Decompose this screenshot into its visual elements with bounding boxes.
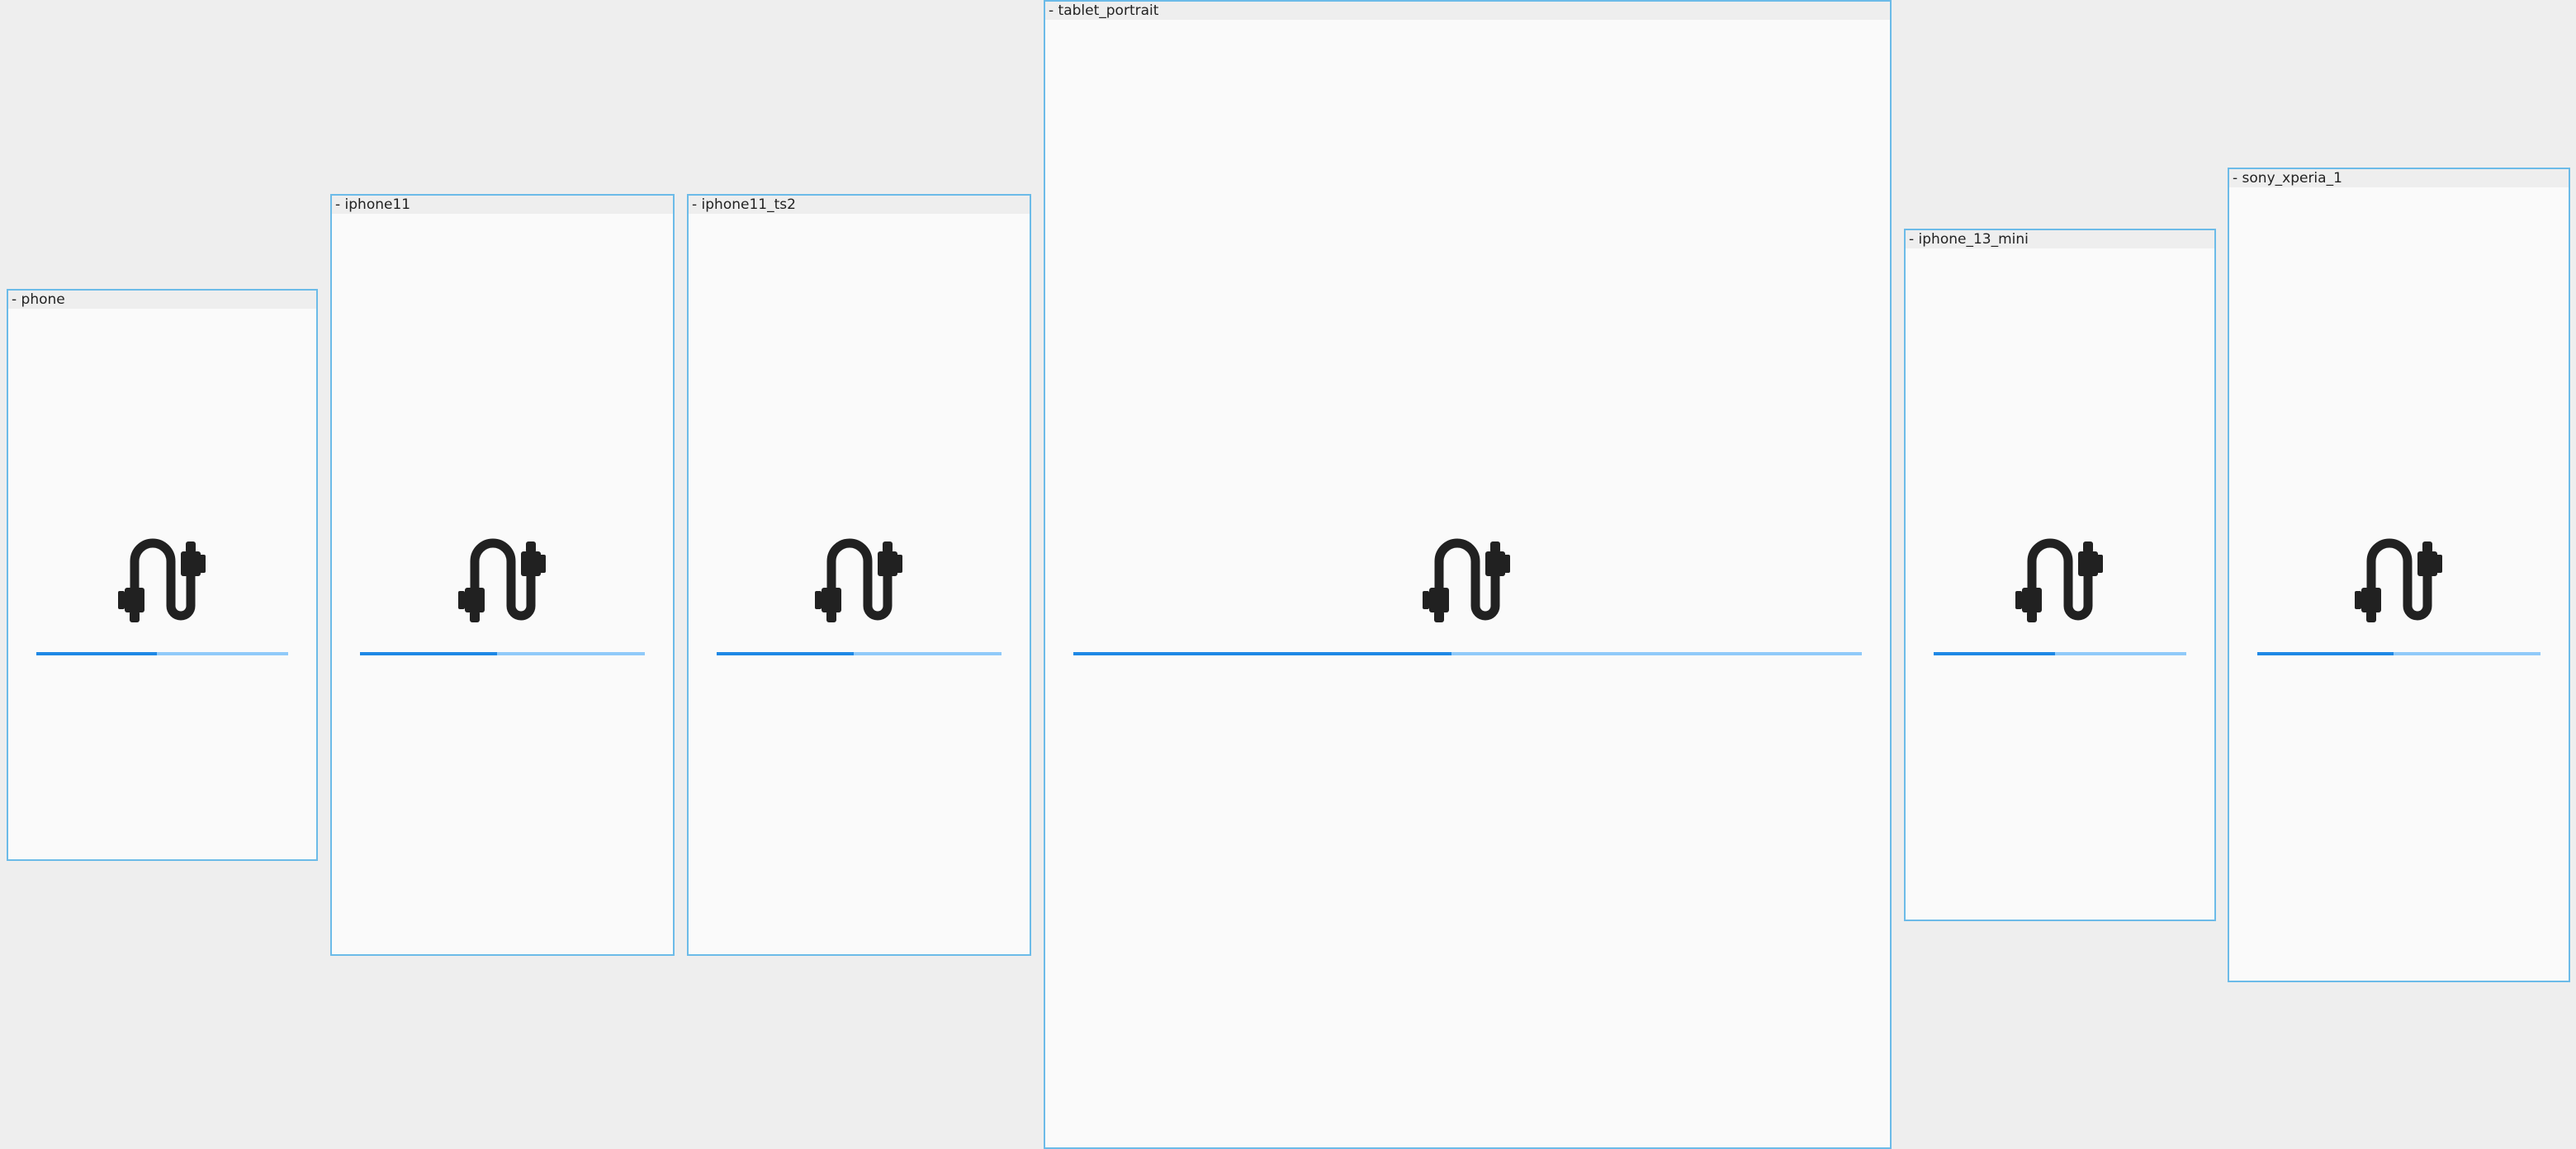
cable-plug-icon <box>113 530 215 632</box>
frame-body <box>8 309 316 859</box>
cable-plug-icon <box>1418 530 1520 632</box>
frame-title: - sony_xperia_1 <box>2229 169 2569 187</box>
frame-body <box>1906 248 2214 920</box>
device-frame-phone: - phone <box>7 289 318 861</box>
progress-fill <box>1934 652 2055 655</box>
progress-bar <box>2257 652 2540 655</box>
device-frame-tablet-portrait: - tablet_portrait <box>1044 0 1892 1149</box>
cable-plug-icon <box>453 530 556 632</box>
progress-fill <box>717 652 854 655</box>
cable-plug-icon <box>2010 530 2113 632</box>
progress-bar <box>717 652 1002 655</box>
device-frame-iphone-13-mini: - iphone_13_mini <box>1904 229 2216 921</box>
progress-bar <box>1073 652 1862 655</box>
progress-fill <box>1073 652 1452 655</box>
progress-fill <box>36 652 158 655</box>
frame-title: - tablet_portrait <box>1045 2 1890 20</box>
frame-title: - iphone_13_mini <box>1906 230 2214 248</box>
frame-title: - iphone11 <box>332 196 673 214</box>
frame-body <box>689 214 1030 954</box>
device-frame-iphone11-ts2: - iphone11_ts2 <box>687 194 1031 956</box>
frame-body <box>2229 187 2569 981</box>
progress-bar <box>1934 652 2186 655</box>
frame-title: - iphone11_ts2 <box>689 196 1030 214</box>
frame-body <box>1045 20 1890 1147</box>
progress-bar <box>360 652 645 655</box>
cable-plug-icon <box>810 530 912 632</box>
frame-title: - phone <box>8 291 316 309</box>
progress-bar <box>36 652 288 655</box>
device-frame-iphone11: - iphone11 <box>330 194 675 956</box>
progress-fill <box>360 652 497 655</box>
frame-body <box>332 214 673 954</box>
progress-fill <box>2257 652 2394 655</box>
cable-plug-icon <box>2350 530 2452 632</box>
device-frame-sony-xperia-1: - sony_xperia_1 <box>2228 168 2570 982</box>
